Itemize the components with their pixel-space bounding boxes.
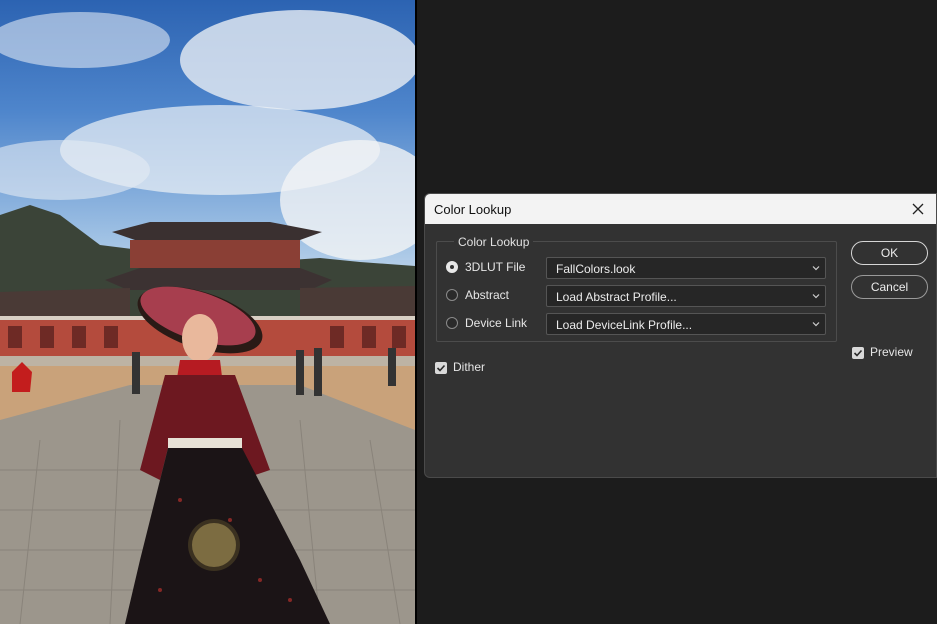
dither-checkbox[interactable] (435, 362, 447, 374)
ok-button[interactable]: OK (851, 241, 928, 265)
dither-label[interactable]: Dither (453, 360, 485, 374)
preview-label[interactable]: Preview (870, 345, 913, 359)
radio-label-3dlut[interactable]: 3DLUT File (465, 260, 525, 274)
group-title: Color Lookup (454, 235, 534, 249)
option-row-abstract: Abstract Load Abstract Profile... (446, 285, 832, 307)
select-3dlut-file[interactable]: FallColors.look (546, 257, 826, 279)
select-devicelink-profile[interactable]: Load DeviceLink Profile... (546, 313, 826, 335)
checkmark-icon (853, 349, 863, 357)
select-value-devicelink: Load DeviceLink Profile... (556, 318, 693, 332)
select-abstract-profile[interactable]: Load Abstract Profile... (546, 285, 826, 307)
radio-label-device-link[interactable]: Device Link (465, 316, 527, 330)
option-row-device-link: Device Link Load DeviceLink Profile... (446, 313, 832, 335)
radio-label-abstract[interactable]: Abstract (465, 288, 509, 302)
color-lookup-group: Color Lookup 3DLUT File FallColors.look … (436, 235, 837, 342)
radio-device-link[interactable] (446, 317, 458, 329)
radio-abstract[interactable] (446, 289, 458, 301)
preview-checkbox[interactable] (852, 347, 864, 359)
cancel-button[interactable]: Cancel (851, 275, 928, 299)
color-lookup-dialog: Color Lookup Color Lookup 3DLUT File Fal… (424, 193, 937, 478)
canvas-photo (0, 0, 415, 624)
chevron-down-icon (812, 294, 820, 299)
close-icon (912, 203, 924, 215)
canvas-edge (415, 0, 417, 624)
photo-illustration (0, 10, 415, 624)
select-value-abstract: Load Abstract Profile... (556, 290, 677, 304)
dialog-title: Color Lookup (434, 202, 512, 217)
checkmark-icon (436, 364, 446, 372)
dialog-titlebar[interactable]: Color Lookup (425, 194, 936, 224)
radio-3dlut-file[interactable] (446, 261, 458, 273)
select-value-3dlut: FallColors.look (556, 262, 636, 276)
close-button[interactable] (900, 194, 936, 224)
chevron-down-icon (812, 322, 820, 327)
chevron-down-icon (812, 266, 820, 271)
option-row-3dlut: 3DLUT File FallColors.look (446, 257, 832, 279)
